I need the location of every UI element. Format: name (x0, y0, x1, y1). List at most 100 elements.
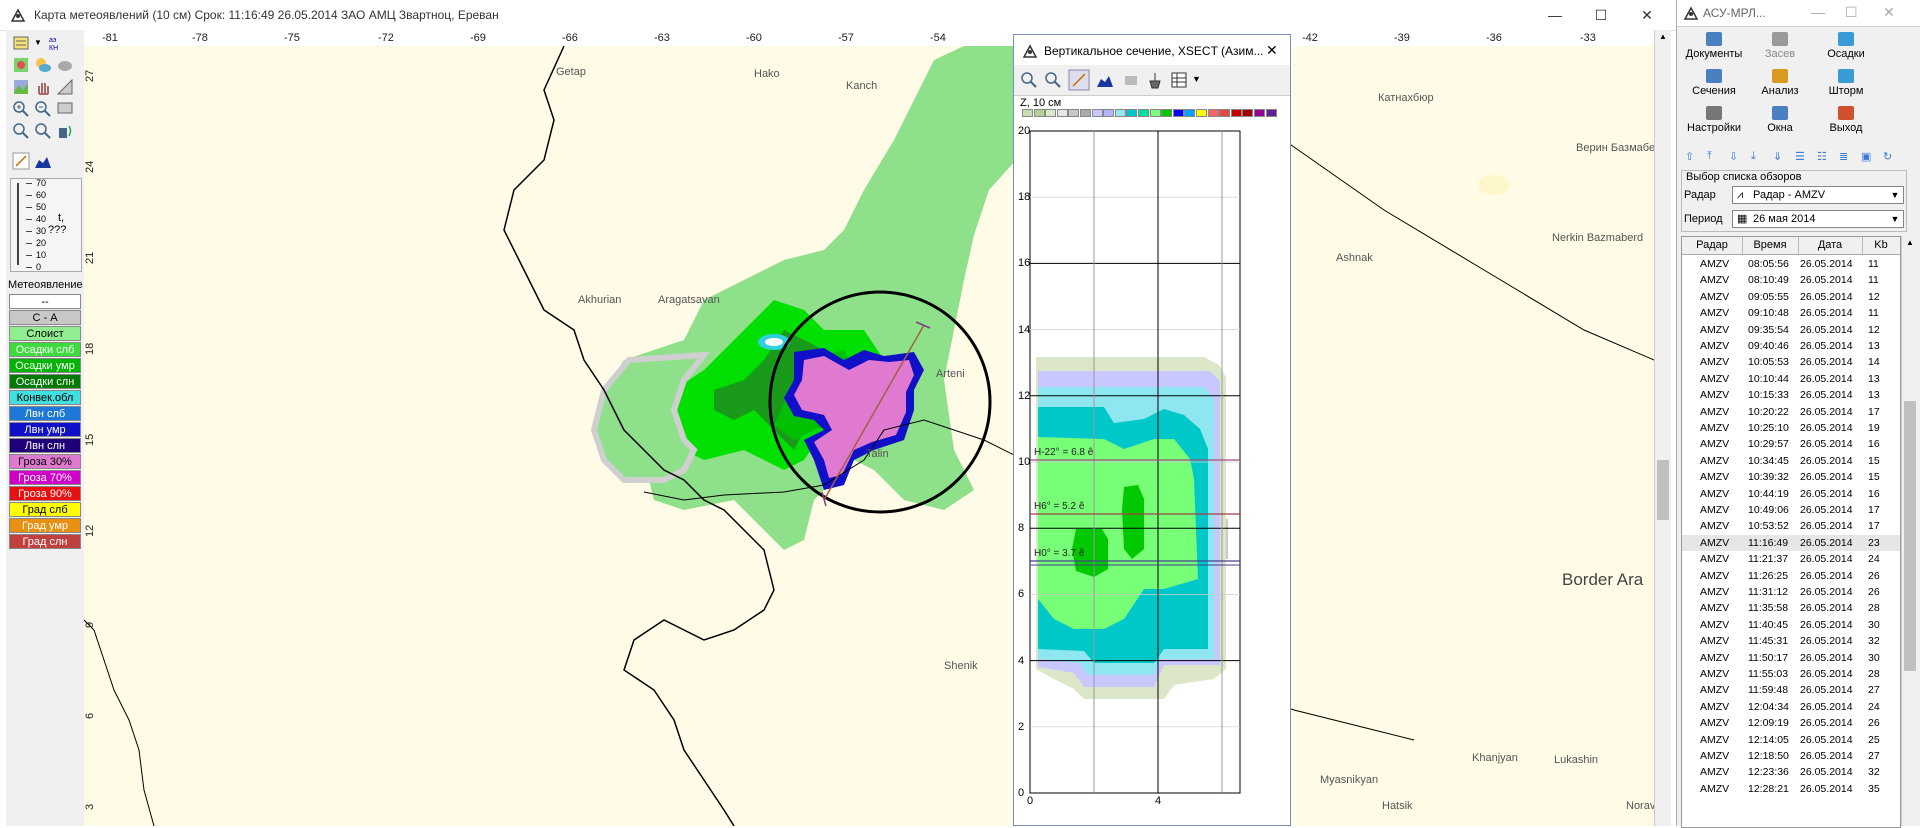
table-row[interactable]: AMZV 11:35:58 26.05.2014 28 (1682, 600, 1900, 616)
close-button[interactable]: ✕ (1633, 4, 1661, 26)
hand-pan-icon[interactable] (34, 78, 52, 96)
terrain-icon[interactable] (12, 78, 30, 96)
table-row[interactable]: AMZV 12:23:36 26.05.2014 32 (1682, 764, 1900, 780)
column-header[interactable]: Время (1742, 237, 1799, 254)
dropdown-arrow-icon[interactable]: ▼ (1192, 74, 1201, 84)
legend-item[interactable]: Град слн (9, 534, 81, 549)
table-row[interactable]: AMZV 11:55:03 26.05.2014 28 (1682, 666, 1900, 682)
table-row[interactable]: AMZV 11:59:48 26.05.2014 27 (1682, 682, 1900, 698)
minimize-button[interactable]: — (1541, 4, 1569, 26)
settings-button[interactable]: Настройки (1681, 104, 1747, 140)
broom-icon[interactable] (1146, 71, 1164, 89)
list-detail-icon[interactable]: ≣ (1839, 150, 1848, 163)
screen-icon[interactable] (56, 100, 74, 118)
sun-cloud-icon[interactable] (34, 56, 52, 74)
table-row[interactable]: AMZV 11:50:17 26.05.2014 30 (1682, 650, 1900, 666)
vertical-section-window[interactable]: Вертикальное сечение, XSECT (Азим... ✕ ▼… (1013, 34, 1291, 826)
table-row[interactable]: AMZV 10:44:19 26.05.2014 16 (1682, 486, 1900, 502)
table-row[interactable]: AMZV 10:39:32 26.05.2014 15 (1682, 469, 1900, 485)
legend-item[interactable]: Осадки слн (9, 374, 81, 389)
table-row[interactable]: AMZV 11:26:25 26.05.2014 26 (1682, 568, 1900, 584)
column-header[interactable]: Дата (1798, 237, 1863, 254)
zoom-in-icon[interactable] (1020, 71, 1038, 89)
period-select[interactable]: ▦ 26 мая 2014 ▼ (1732, 210, 1904, 228)
table-row[interactable]: AMZV 12:18:50 26.05.2014 27 (1682, 748, 1900, 764)
arrow-bottom-icon[interactable]: ⤓ (1751, 150, 1756, 163)
table-row[interactable]: AMZV 10:05:53 26.05.2014 14 (1682, 354, 1900, 370)
table-row[interactable]: AMZV 10:53:52 26.05.2014 17 (1682, 518, 1900, 534)
column-header[interactable]: Kb (1862, 237, 1900, 254)
legend-item[interactable]: Гроза 30% (9, 454, 81, 469)
legend-item[interactable]: Лвн умр (9, 422, 81, 437)
legend-item[interactable]: Град умр (9, 518, 81, 533)
profile-icon[interactable] (34, 152, 52, 170)
profile-icon[interactable] (1096, 71, 1114, 89)
refresh-icon[interactable]: ↻ (1883, 150, 1892, 163)
vsec-close-button[interactable]: ✕ (1266, 42, 1278, 59)
table-row[interactable]: AMZV 11:31:12 26.05.2014 26 (1682, 584, 1900, 600)
legend-item[interactable]: Град слб (9, 502, 81, 517)
zoom-out-icon[interactable] (34, 100, 52, 118)
documents-button[interactable]: Документы (1681, 30, 1747, 66)
cloud-icon[interactable] (56, 56, 74, 74)
table-row[interactable]: AMZV 12:28:21 26.05.2014 35 (1682, 781, 1900, 797)
arrow-top-icon[interactable]: ⤒ (1707, 150, 1712, 163)
table-row[interactable]: AMZV 08:05:56 26.05.2014 11 (1682, 256, 1900, 272)
arrow-last-icon[interactable]: ⇓ (1773, 150, 1782, 163)
minimize-button[interactable]: — (1811, 4, 1825, 20)
windows-button[interactable]: Окна (1747, 104, 1813, 140)
radar-select[interactable]: ⩘ Радар - AMZV ▼ (1732, 186, 1904, 204)
zoom-reset-icon[interactable] (34, 122, 52, 140)
table-row[interactable]: AMZV 08:10:49 26.05.2014 11 (1682, 272, 1900, 288)
zoom-out-icon[interactable] (1044, 71, 1062, 89)
table-row[interactable]: AMZV 11:21:37 26.05.2014 24 (1682, 551, 1900, 567)
radar-signal-icon[interactable] (56, 122, 74, 140)
sections-button[interactable]: Сечения (1681, 67, 1747, 103)
legend-item[interactable]: Конвек.обл (9, 390, 81, 405)
ruler-icon[interactable] (56, 78, 74, 96)
legend-item[interactable]: Лвн слб (9, 406, 81, 421)
analysis-button[interactable]: Анализ (1747, 67, 1813, 103)
table-row[interactable]: AMZV 11:16:49 26.05.2014 23 (1682, 534, 1900, 551)
table-row[interactable]: AMZV 12:04:34 26.05.2014 24 (1682, 699, 1900, 715)
table-row[interactable]: AMZV 12:14:05 26.05.2014 25 (1682, 732, 1900, 748)
map-view[interactable]: -81 -78 -75 -72 -69 -66 -63 -60 -57 -54 -42 -39 -36 -… (84, 30, 1654, 826)
legend-item[interactable]: Гроза 90% (9, 486, 81, 501)
table-row[interactable]: AMZV 10:25:10 26.05.2014 19 (1682, 420, 1900, 436)
legend-item[interactable]: Осадки умр (9, 358, 81, 373)
table-scrollbar[interactable]: ▲ (1901, 236, 1918, 826)
table-row[interactable]: AMZV 09:40:46 26.05.2014 13 (1682, 338, 1900, 354)
arrow-up-icon[interactable]: ⇧ (1685, 150, 1694, 163)
precipitation-button[interactable]: Осадки (1813, 30, 1879, 66)
exit-button[interactable]: Выход (1813, 104, 1879, 140)
arrow-down-icon[interactable]: ⇩ (1729, 150, 1738, 163)
table-row[interactable]: AMZV 12:09:19 26.05.2014 26 (1682, 715, 1900, 731)
layers-icon[interactable] (12, 34, 30, 52)
table-row[interactable]: AMZV 10:10:44 26.05.2014 13 (1682, 371, 1900, 387)
scroll-up-icon[interactable]: ▲ (1906, 238, 1914, 247)
legend-item[interactable]: Гроза 70% (9, 470, 81, 485)
table-row[interactable]: AMZV 11:45:31 26.05.2014 32 (1682, 633, 1900, 649)
scrollbar-thumb[interactable] (1904, 401, 1916, 671)
dropdown-arrow-icon[interactable]: ▼ (34, 38, 42, 47)
legend-item[interactable]: С - А (9, 310, 81, 325)
scrollbar-thumb[interactable] (1657, 460, 1669, 520)
eraser-icon[interactable] (1122, 71, 1140, 89)
table-row[interactable]: AMZV 09:05:55 26.05.2014 12 (1682, 289, 1900, 305)
table-icon[interactable] (1170, 71, 1188, 89)
legend-item[interactable]: Лвн слн (9, 438, 81, 453)
list-check-icon[interactable]: ☷ (1817, 150, 1827, 163)
window-icon[interactable]: ▣ (1861, 150, 1871, 163)
map-color-icon[interactable] (12, 56, 30, 74)
table-row[interactable]: AMZV 10:49:06 26.05.2014 17 (1682, 502, 1900, 518)
seeding-button[interactable]: Засев (1747, 30, 1813, 66)
list-icon[interactable]: ☰ (1795, 150, 1805, 163)
legend-item[interactable]: Осадки слб (9, 342, 81, 357)
maximize-button[interactable]: ☐ (1845, 4, 1858, 21)
zoom-in-icon[interactable] (12, 100, 30, 118)
weather-symbol-icon[interactable]: аэКН (48, 34, 66, 52)
table-row[interactable]: AMZV 09:35:54 26.05.2014 12 (1682, 322, 1900, 338)
table-row[interactable]: AMZV 10:34:45 26.05.2014 15 (1682, 453, 1900, 469)
storm-button[interactable]: Шторм (1813, 67, 1879, 103)
column-header[interactable]: Радар (1682, 237, 1743, 254)
